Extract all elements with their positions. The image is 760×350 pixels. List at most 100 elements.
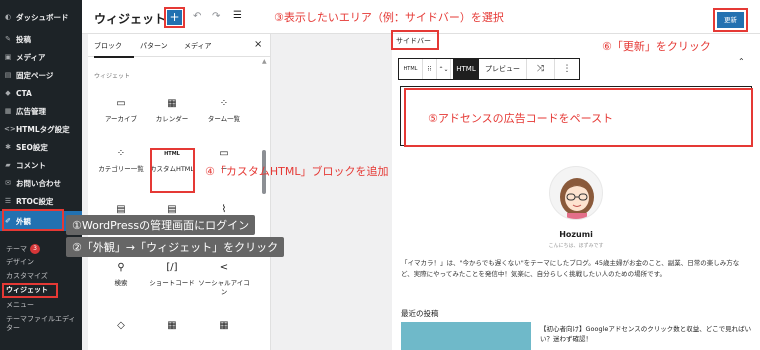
pages-icon: ▤	[4, 71, 12, 79]
code-icon: <>	[4, 125, 16, 133]
list-view-icon[interactable]: ☰	[233, 10, 242, 21]
sidebar-item-cta[interactable]: ◆ CTA	[0, 84, 82, 102]
mail-icon: ✉	[5, 179, 11, 187]
submenu-design[interactable]: デザイン	[0, 258, 82, 267]
block-term-list[interactable]: ⁘ ターム一覧	[198, 97, 250, 124]
appearance-highlight	[2, 209, 64, 231]
move-up-down-icon[interactable]: ⌃⌄	[437, 59, 451, 79]
sidebar-item-comments[interactable]: ▰ コメント	[0, 156, 82, 174]
annotation-step3: ③表示したいエリア（例：サイドバー）を選択	[274, 11, 504, 24]
profile-subtitle: こんにちは、ほずみです	[548, 243, 604, 249]
sidebar-item-dashboard[interactable]: ◐ ダッシュボード	[0, 8, 82, 26]
event-icon: ▦	[219, 320, 229, 331]
sidebar-item-label: お問い合わせ	[16, 178, 61, 188]
recent-post-title[interactable]: 【初心者向け】Googleアドセンスのクリック数と収益、どこで見ればいい？迷わず…	[540, 324, 752, 348]
sidebar-item-label: 固定ページ	[16, 70, 54, 80]
block-label: ショートコード	[149, 279, 195, 287]
sidebar-item-label: HTMLタグ設定	[16, 124, 70, 134]
tab-patterns[interactable]: パターン	[140, 41, 168, 51]
archive-icon: ▭	[116, 98, 126, 109]
search-icon: ⚲	[117, 262, 125, 273]
transform-icon[interactable]: ⤨	[527, 59, 555, 79]
sidebar-item-code[interactable]: <> HTMLタグ設定	[0, 120, 82, 138]
widget-area-highlight	[391, 30, 439, 50]
annotation-step4: ④「カスタムHTML」ブロックを追加	[205, 165, 389, 178]
tab-blocks[interactable]: ブロック	[94, 41, 122, 51]
block-calendar-block[interactable]: ▦	[146, 319, 198, 337]
recent-posts-heading: 最近の投稿	[401, 309, 439, 318]
profile-name: Hozumi	[559, 230, 593, 239]
media-icon: ▣	[4, 53, 12, 61]
sidebar-item-ads[interactable]: ▦ 広告管理	[0, 102, 82, 120]
annotation-step6: ⑥「更新」をクリック	[602, 40, 711, 53]
sidebar-item-pages[interactable]: ▤ 固定ページ	[0, 66, 82, 84]
sidebar-item-label: ダッシュボード	[16, 12, 69, 22]
ads-icon: ▦	[4, 107, 12, 115]
block-label: 検索	[114, 279, 128, 287]
annotation-step1: ①WordPressの管理画面にログイン	[66, 215, 256, 235]
block-event[interactable]: ▦	[198, 319, 250, 337]
block-calendar[interactable]: ▦ カレンダー	[146, 97, 198, 124]
block-toolbar: HTML ⁝⁝ ⌃⌄ HTML プレビュー ⤨ ⋮	[398, 58, 580, 80]
sidebar-item-mail[interactable]: ✉ お問い合わせ	[0, 174, 82, 192]
html-tab[interactable]: HTML	[453, 59, 479, 79]
sidebar-item-posts[interactable]: ✎ 投稿	[0, 30, 82, 48]
category-list-icon: ⁘	[116, 148, 126, 159]
preview-tab[interactable]: プレビュー	[479, 59, 527, 79]
toc-icon: ☰	[4, 197, 12, 205]
sidebar-item-label: メディア	[16, 52, 46, 62]
block-category-list[interactable]: ⁘ カテゴリー一覧	[95, 147, 147, 174]
collapse-icon[interactable]: ⌃	[738, 57, 745, 66]
add-block-highlight	[164, 7, 185, 28]
sidebar-item-label: 広告管理	[16, 106, 46, 116]
block-label: カテゴリー一覧	[98, 165, 144, 173]
avatar	[549, 166, 603, 220]
drag-handle-icon[interactable]: ⁝⁝	[423, 59, 437, 79]
block-shortcode[interactable]: [/] ショートコード	[146, 261, 198, 288]
block-label: ソーシャルアイコン	[198, 279, 250, 296]
block-tag[interactable]: ◇	[95, 319, 147, 337]
sidebar-item-label: CTA	[16, 88, 32, 98]
sidebar-item-label: コメント	[16, 160, 46, 170]
block-label: アーカイブ	[104, 115, 138, 123]
shortcode-icon: [/]	[166, 262, 178, 273]
posts-icon: ✎	[5, 35, 11, 43]
html-block-icon[interactable]: HTML	[399, 59, 423, 79]
submenu-customize[interactable]: カスタマイズ	[0, 272, 82, 281]
tab-media[interactable]: メディア	[184, 41, 212, 51]
block-label: ターム一覧	[207, 115, 241, 123]
cta-icon: ◆	[5, 89, 11, 97]
comments-icon: ▰	[5, 161, 11, 169]
sidebar-item-seo[interactable]: ✱ SEO設定	[0, 138, 82, 156]
update-count-badge: 3	[30, 244, 40, 254]
sidebar-item-toc[interactable]: ☰ RTOC設定	[0, 192, 82, 210]
update-highlight	[713, 8, 748, 32]
widgets-menu-highlight	[2, 283, 58, 298]
page-title: ウィジェット	[94, 12, 167, 26]
close-icon[interactable]: ×	[254, 39, 262, 50]
block-archive[interactable]: ▭ アーカイブ	[95, 97, 147, 124]
sidebar-item-label: SEO設定	[16, 142, 48, 152]
undo-icon[interactable]: ↶	[193, 11, 201, 22]
category-heading: ウィジェット	[94, 73, 131, 80]
scroll-up-icon[interactable]: ▲	[262, 58, 267, 65]
active-tab-indicator	[94, 56, 134, 58]
block-search[interactable]: ⚲ 検索	[95, 261, 147, 288]
sidebar-item-label: RTOC設定	[16, 196, 54, 206]
block-label: カレンダー	[155, 115, 189, 123]
submenu-theme-file-editor[interactable]: テーマファイルエディター	[0, 315, 76, 333]
redo-icon[interactable]: ↷	[212, 11, 220, 22]
calendar-icon: ▦	[167, 98, 177, 109]
sidebar-item-label: 投稿	[16, 34, 31, 44]
profile-description: 「イマカラ！」は、"今からでも遅くない"をテーマにしたブログ。45歳主婦がお金の…	[401, 259, 740, 278]
custom-html-highlight	[150, 148, 195, 193]
sidebar-item-media[interactable]: ▣ メディア	[0, 48, 82, 66]
term-list-icon: ⁘	[219, 98, 229, 109]
post-thumbnail[interactable]	[401, 322, 531, 350]
seo-icon: ✱	[5, 143, 11, 151]
submenu-menus[interactable]: メニュー	[0, 301, 82, 310]
block-share[interactable]: < ソーシャルアイコン	[198, 261, 250, 297]
tag-icon: ◇	[117, 320, 125, 331]
more-options-icon[interactable]: ⋮	[555, 59, 579, 79]
annotation-step2: ②「外観」→「ウィジェット」をクリック	[66, 237, 285, 257]
